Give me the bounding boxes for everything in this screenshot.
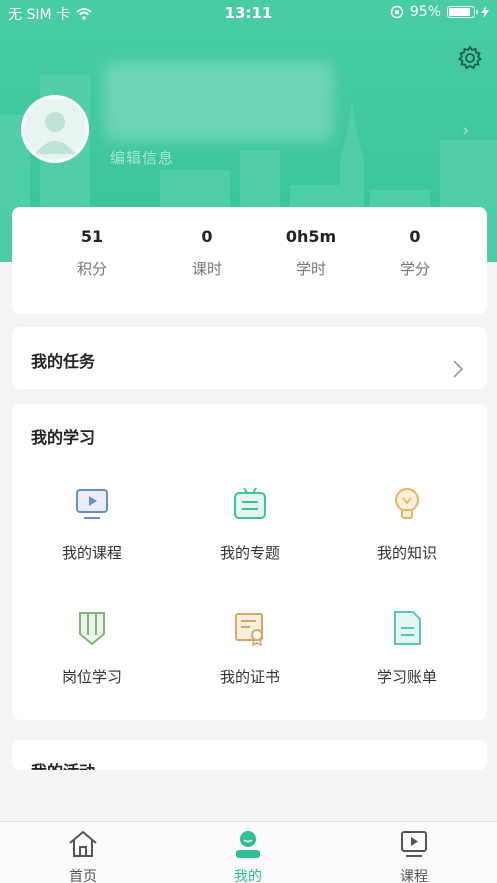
stat-hours[interactable]: 0h5m 学时 [261,227,361,279]
stats-card: 51 积分 0 课时 0h5m 学时 0 学分 [12,207,487,314]
grid-item-my-topics[interactable]: 我的专题 [170,484,330,563]
tasks-title: 我的任务 [31,352,96,371]
grid-item-my-courses[interactable]: 我的课程 [12,484,172,563]
bill-icon [394,611,421,645]
tab-label: 首页 [69,869,97,883]
avatar[interactable] [21,95,89,163]
tab-label: 我的 [234,869,262,883]
pencil-icon [79,612,105,646]
profile-chevron-icon[interactable]: › [462,120,469,141]
activity-title: 我的活动 [31,758,95,770]
home-icon [69,830,97,857]
grid-item-job-learning[interactable]: 岗位学习 [12,608,172,687]
battery-percent: 95% [409,4,441,20]
username-blurred [104,62,334,142]
topic-icon [234,487,266,519]
stat-value: 0 [409,227,421,246]
tab-home[interactable]: 首页 [33,828,133,883]
stat-value: 0h5m [285,227,337,246]
stat-label: 积分 [76,260,107,278]
status-bar: 无 SIM 卡 13:11 95% [0,0,497,26]
orientation-lock-icon [390,5,404,19]
tab-courses[interactable]: 课程 [364,828,464,883]
course-play-icon [76,489,108,519]
my-study-section: 我的学习 我的课程 我的专题 我的知识 岗位学习 我的证书 学习账单 [12,404,487,720]
grid-item-label: 我的知识 [376,544,437,562]
my-activity-section[interactable]: 我的活动 [12,740,487,770]
bottom-tab-bar: 首页 我的 课程 [0,821,497,883]
grid-item-label: 我的课程 [61,544,122,562]
stat-label: 学时 [295,260,326,278]
chevron-right-icon [453,360,464,378]
certificate-icon [235,613,263,647]
stat-value: 51 [80,227,104,246]
stat-points[interactable]: 51 积分 [42,227,142,279]
settings-gear-icon[interactable] [456,44,484,72]
grid-item-my-certificates[interactable]: 我的证书 [170,608,330,687]
stat-credits[interactable]: 0 学分 [365,227,465,279]
battery-area: 95% [390,4,489,20]
stat-value: 0 [201,227,213,246]
lightbulb-icon [395,488,419,519]
profile-icon [236,831,260,858]
grid-item-study-bill[interactable]: 学习账单 [327,608,487,687]
default-avatar-icon [35,112,75,154]
grid-item-label: 我的专题 [219,544,280,562]
course-icon [401,831,427,857]
stat-lessons[interactable]: 0 课时 [157,227,257,279]
grid-item-label: 岗位学习 [61,668,122,686]
battery-icon [447,6,478,18]
edit-info-link[interactable]: 编辑信息 [110,147,174,168]
stat-label: 课时 [191,260,222,278]
grid-item-label: 我的证书 [219,668,280,686]
charging-icon [481,6,489,18]
tab-mine[interactable]: 我的 [198,828,298,883]
my-tasks-row[interactable]: 我的任务 [12,327,487,389]
study-title: 我的学习 [31,428,96,447]
tab-label: 课程 [400,869,428,883]
grid-item-label: 学习账单 [376,668,437,686]
stat-label: 学分 [399,260,430,278]
grid-item-my-knowledge[interactable]: 我的知识 [327,484,487,563]
